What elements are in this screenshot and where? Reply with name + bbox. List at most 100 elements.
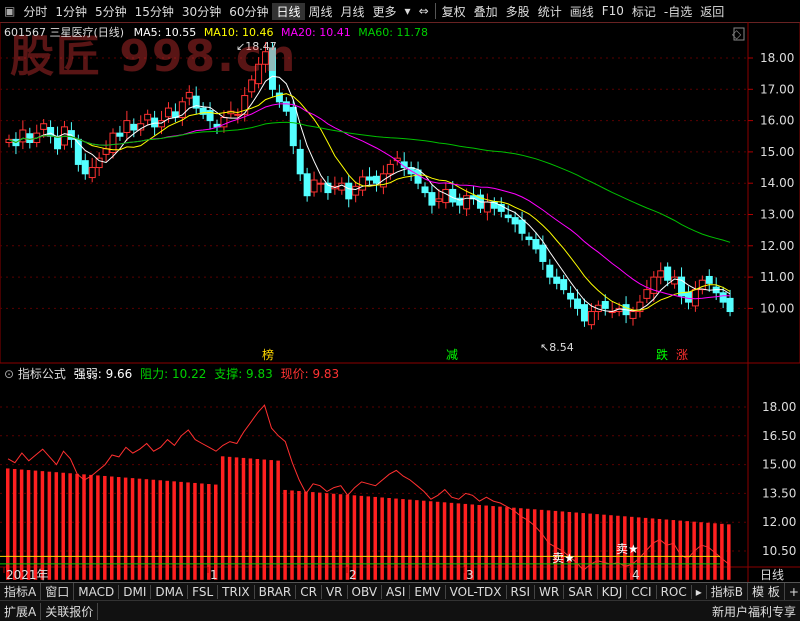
candle-body <box>518 219 526 234</box>
tab-indicator-a[interactable]: 指标A <box>0 583 42 600</box>
indicator-bar <box>664 519 669 580</box>
promo-link[interactable]: 新用户福利专享 <box>708 603 800 620</box>
indicator-bar <box>498 506 502 580</box>
ma10-line <box>8 93 731 311</box>
tab-30min[interactable]: 30分钟 <box>178 3 225 20</box>
time-axis-label: 3 <box>466 568 474 582</box>
indicator-bar <box>297 491 301 580</box>
candle-body <box>435 198 443 202</box>
indicator-bar <box>727 524 731 580</box>
tab-60min[interactable]: 60分钟 <box>225 3 272 20</box>
indicator-bar <box>318 492 322 580</box>
tab-window[interactable]: 窗口 <box>41 583 75 600</box>
indicator-bar <box>685 521 689 580</box>
tab-kdj[interactable]: KDJ <box>598 584 628 599</box>
tab-roc[interactable]: ROC <box>657 584 692 599</box>
indicator-bar <box>671 520 676 580</box>
tab-more[interactable]: 更多 <box>369 3 401 20</box>
indicator-bar <box>262 459 267 580</box>
tab-cr[interactable]: CR <box>296 584 322 599</box>
tab-1min[interactable]: 1分钟 <box>51 3 91 20</box>
f10-button[interactable]: F10 <box>598 4 628 18</box>
candle-body <box>428 192 436 206</box>
restore-rights-button[interactable]: 复权 <box>438 3 470 20</box>
tab-wr[interactable]: WR <box>535 584 565 599</box>
tab-brar[interactable]: BRAR <box>255 584 297 599</box>
indicator-bar <box>706 522 710 580</box>
tab-cci[interactable]: CCI <box>627 584 657 599</box>
price-axis-label: 18.00 <box>760 51 794 65</box>
candle-body <box>296 148 304 175</box>
indicator-bar <box>512 507 516 580</box>
remove-favorite-button[interactable]: -自选 <box>660 3 696 20</box>
overlay-button[interactable]: 叠加 <box>470 3 502 20</box>
kline-chart[interactable]: 18.00 17.00 16.00 15.00 14.00 13.00 12.00 11.00… <box>0 22 800 582</box>
tab-rsi[interactable]: RSI <box>507 584 536 599</box>
tab-timeshare[interactable]: 分时 <box>19 3 51 20</box>
price-axis-label: 16.00 <box>760 114 794 128</box>
tab-vr[interactable]: VR <box>322 584 348 599</box>
linked-quote-button[interactable]: 关联报价 <box>41 602 99 620</box>
indicator-bar <box>408 499 412 580</box>
indicator-bar <box>553 510 558 580</box>
tab-macd[interactable]: MACD <box>74 584 120 599</box>
price-axis-label: 15.00 <box>760 145 794 159</box>
indicator-bar <box>567 511 572 580</box>
indicator-axis-label: 10.50 <box>762 544 796 558</box>
candle-body <box>546 264 554 278</box>
tab-fsl[interactable]: FSL <box>188 584 219 599</box>
sell-signal-label: 卖★ <box>616 542 639 556</box>
indicator-bar <box>442 502 447 580</box>
tab-monthly[interactable]: 月线 <box>337 3 369 20</box>
tab-indicator-b[interactable]: 指标B <box>707 583 748 600</box>
price-axis-label: 10.00 <box>760 301 794 315</box>
back-button[interactable]: 返回 <box>696 3 728 20</box>
settings-icon[interactable]: ▣ <box>0 4 19 18</box>
indicator-axis-label: 16.50 <box>762 429 796 443</box>
indicator-bar <box>165 480 169 580</box>
indicator-name[interactable]: 指标公式 <box>18 367 66 381</box>
tab-daily[interactable]: 日线 <box>272 2 305 20</box>
candle-body <box>449 188 457 203</box>
multi-stock-button[interactable]: 多股 <box>502 3 534 20</box>
indicator-bar <box>214 484 218 580</box>
tab-template[interactable]: 模 板 <box>748 583 785 600</box>
expand-button[interactable]: 扩展A <box>0 602 42 620</box>
candle-body <box>310 179 318 193</box>
mark-button[interactable]: 标记 <box>628 3 660 20</box>
tab-obv[interactable]: OBV <box>348 584 383 599</box>
candle-body <box>705 275 713 284</box>
time-axis-label: 4 <box>632 568 640 582</box>
indicator-bar <box>123 477 128 580</box>
candle-body <box>421 186 429 194</box>
add-icon[interactable]: + <box>785 585 800 599</box>
tab-15min[interactable]: 15分钟 <box>131 3 178 20</box>
expand-icon[interactable]: ⇔ <box>415 4 433 18</box>
tabs-scroll-icon[interactable]: ▸ <box>692 584 707 599</box>
signal-marker: 跌 <box>656 347 668 362</box>
tab-emv[interactable]: EMV <box>410 584 446 599</box>
tab-vol-tdx[interactable]: VOL-TDX <box>446 584 507 599</box>
tab-5min[interactable]: 5分钟 <box>91 3 131 20</box>
candle-body <box>504 214 512 219</box>
indicator-bar <box>234 457 239 580</box>
indicator-bar <box>456 503 461 580</box>
indicator-bar <box>12 468 17 580</box>
candle-body <box>525 236 533 241</box>
tab-dmi[interactable]: DMI <box>119 584 152 599</box>
candle-body <box>719 292 727 303</box>
draw-line-button[interactable]: 画线 <box>566 3 598 20</box>
indicator-bar <box>560 511 565 580</box>
indicator-bar <box>359 495 364 580</box>
time-axis-label: 2 <box>349 568 357 582</box>
indicator-dropdown-icon[interactable]: ⊙ <box>4 367 14 381</box>
statistics-button[interactable]: 统计 <box>534 3 566 20</box>
tab-weekly[interactable]: 周线 <box>305 3 337 20</box>
tab-trix[interactable]: TRIX <box>218 584 255 599</box>
signal-marker: 减 <box>446 348 458 362</box>
tab-asi[interactable]: ASI <box>382 584 411 599</box>
indicator-tabs: 指标A 窗口 MACD DMI DMA FSL TRIX BRAR CR VR … <box>0 582 800 600</box>
tab-dma[interactable]: DMA <box>151 584 189 599</box>
more-chevron-icon[interactable]: ▾ <box>401 4 415 18</box>
tab-sar[interactable]: SAR <box>564 584 598 599</box>
